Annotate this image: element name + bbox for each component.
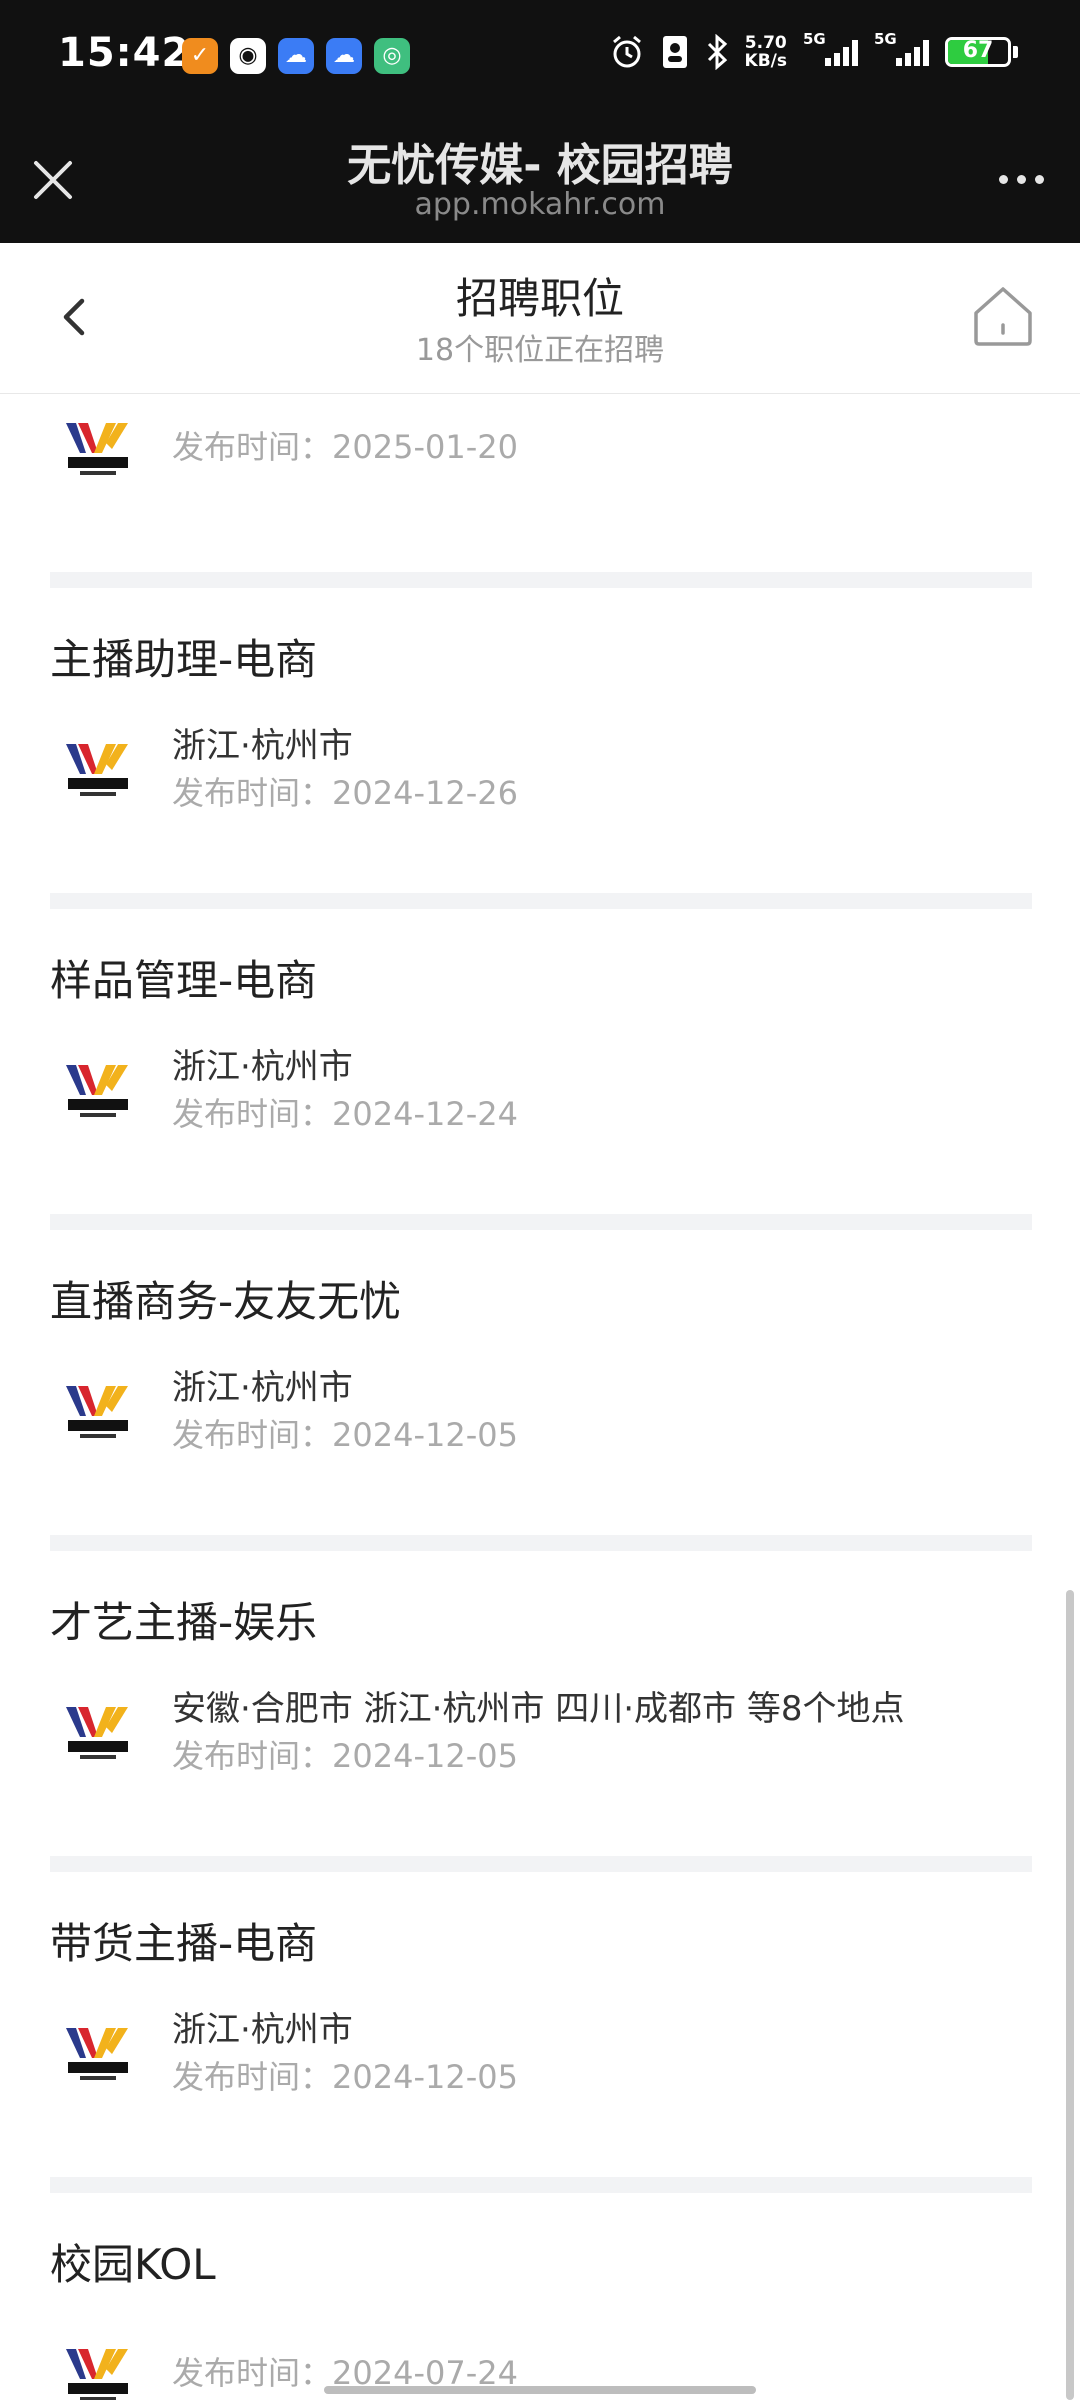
battery-icon: 67 xyxy=(945,37,1011,67)
signal-icon-sim2: 5G xyxy=(874,30,929,66)
network-speed-value: 5.70 xyxy=(744,33,787,53)
job-title: 带货主播-电商 xyxy=(50,1919,318,1968)
sim2-network-gen: 5G xyxy=(874,30,897,48)
job-card[interactable]: 带货主播-电商 浙江·杭州市 发布时间：2024-12-05 xyxy=(0,1872,1080,2193)
logo-wordmark xyxy=(68,1741,128,1752)
job-publish-date: 发布时间：2024-12-26 xyxy=(172,774,518,812)
logo-wordmark xyxy=(68,778,128,789)
webview-title-bar: 无忧传媒- 校园招聘 app.mokahr.com xyxy=(0,115,1080,243)
job-publish-date: 发布时间：2025-01-20 xyxy=(172,428,518,466)
job-card[interactable]: 才艺主播-娱乐 安徽·合肥市 浙江·杭州市 四川·成都市 等8个地点 发布时间：… xyxy=(0,1551,1080,1872)
home-icon[interactable] xyxy=(970,283,1036,349)
card-divider xyxy=(50,2177,1032,2193)
check-app-icon: ✓ xyxy=(182,38,218,74)
company-logo-icon xyxy=(66,1386,128,1438)
job-publish-date: 发布时间：2024-12-05 xyxy=(172,1416,518,1454)
more-dot-icon xyxy=(999,175,1008,184)
weather-icon: ☁ xyxy=(278,38,314,74)
notification-icons: ✓ ◉ ☁ ☁ ◎ xyxy=(182,38,410,74)
job-card[interactable]: 主播助理-电商 浙江·杭州市 发布时间：2024-12-26 xyxy=(0,588,1080,909)
webview-title: 无忧传媒- 校园招聘 xyxy=(347,140,733,191)
status-time: 15:42 xyxy=(58,30,191,76)
battery-level: 67 xyxy=(962,38,994,63)
job-list: 发布时间：2025-01-20 主播助理-电商 浙江·杭州市 发布时间：2024… xyxy=(0,393,1080,2400)
more-options-button[interactable] xyxy=(991,165,1052,194)
job-location: 浙江·杭州市 xyxy=(172,1047,353,1087)
company-logo-icon xyxy=(66,423,128,475)
job-publish-date: 发布时间：2024-12-05 xyxy=(172,1737,518,1775)
status-indicators: 5.70 KB/s 5G 5G 67 xyxy=(609,30,1018,70)
company-logo-icon xyxy=(66,744,128,796)
job-card[interactable]: 发布时间：2025-01-20 xyxy=(0,393,1080,588)
sim1-network-gen: 5G xyxy=(803,30,826,48)
job-list-viewport[interactable]: 发布时间：2025-01-20 主播助理-电商 浙江·杭州市 发布时间：2024… xyxy=(0,393,1080,2400)
job-card[interactable]: 校园KOL 发布时间：2024-07-24 xyxy=(0,2193,1080,2400)
job-publish-date: 发布时间：2024-12-05 xyxy=(172,2058,518,2096)
job-location: 浙江·杭州市 xyxy=(172,726,353,766)
card-divider xyxy=(50,572,1032,588)
home-indicator[interactable] xyxy=(324,2386,756,2394)
job-location: 浙江·杭州市 xyxy=(172,2010,353,2050)
signal-icon-sim1: 5G xyxy=(803,30,858,66)
scrollbar[interactable] xyxy=(1066,1590,1074,2400)
card-divider xyxy=(50,1856,1032,1872)
logo-wordmark xyxy=(68,1099,128,1110)
network-speed: 5.70 KB/s xyxy=(745,34,787,70)
company-logo-icon xyxy=(66,2349,128,2400)
weather-icon: ☁ xyxy=(326,38,362,74)
page-header: 招聘职位 18个职位正在招聘 xyxy=(0,243,1080,394)
contact-card-icon xyxy=(662,36,687,68)
qq-icon: ◉ xyxy=(230,38,266,74)
page-title: 招聘职位 xyxy=(455,274,624,323)
card-divider xyxy=(50,893,1032,909)
company-logo-icon xyxy=(66,1707,128,1759)
job-count-subtitle: 18个职位正在招聘 xyxy=(415,333,665,368)
bluetooth-icon xyxy=(707,34,727,70)
battery-tip xyxy=(1013,46,1018,58)
card-divider xyxy=(50,1535,1032,1551)
status-bar: 15:42 ✓ ◉ ☁ ☁ ◎ 5.70 KB/s 5G 5G 67 xyxy=(0,0,1080,115)
logo-wordmark xyxy=(68,457,128,468)
more-dot-icon xyxy=(1017,175,1026,184)
job-publish-date: 发布时间：2024-12-24 xyxy=(172,1095,518,1133)
job-title: 校园KOL xyxy=(50,2240,216,2289)
job-title: 直播商务-友友无忧 xyxy=(50,1277,402,1326)
job-title: 主播助理-电商 xyxy=(50,635,318,684)
hotspot-icon: ◎ xyxy=(374,38,410,74)
job-card[interactable]: 样品管理-电商 浙江·杭州市 发布时间：2024-12-24 xyxy=(0,909,1080,1230)
job-card[interactable]: 直播商务-友友无忧 浙江·杭州市 发布时间：2024-12-05 xyxy=(0,1230,1080,1551)
company-logo-icon xyxy=(66,2028,128,2080)
alarm-icon xyxy=(612,35,641,68)
webview-url: app.mokahr.com xyxy=(414,187,666,222)
logo-wordmark xyxy=(68,1420,128,1431)
job-title: 才艺主播-娱乐 xyxy=(50,1598,318,1647)
company-logo-icon xyxy=(66,1065,128,1117)
job-title: 样品管理-电商 xyxy=(50,956,318,1005)
card-divider xyxy=(50,1214,1032,1230)
job-location: 浙江·杭州市 xyxy=(172,1368,353,1408)
logo-wordmark xyxy=(68,2383,128,2394)
more-dot-icon xyxy=(1035,175,1044,184)
network-speed-unit: KB/s xyxy=(744,51,787,71)
logo-wordmark xyxy=(68,2062,128,2073)
job-location: 安徽·合肥市 浙江·杭州市 四川·成都市 等8个地点 xyxy=(172,1689,905,1729)
